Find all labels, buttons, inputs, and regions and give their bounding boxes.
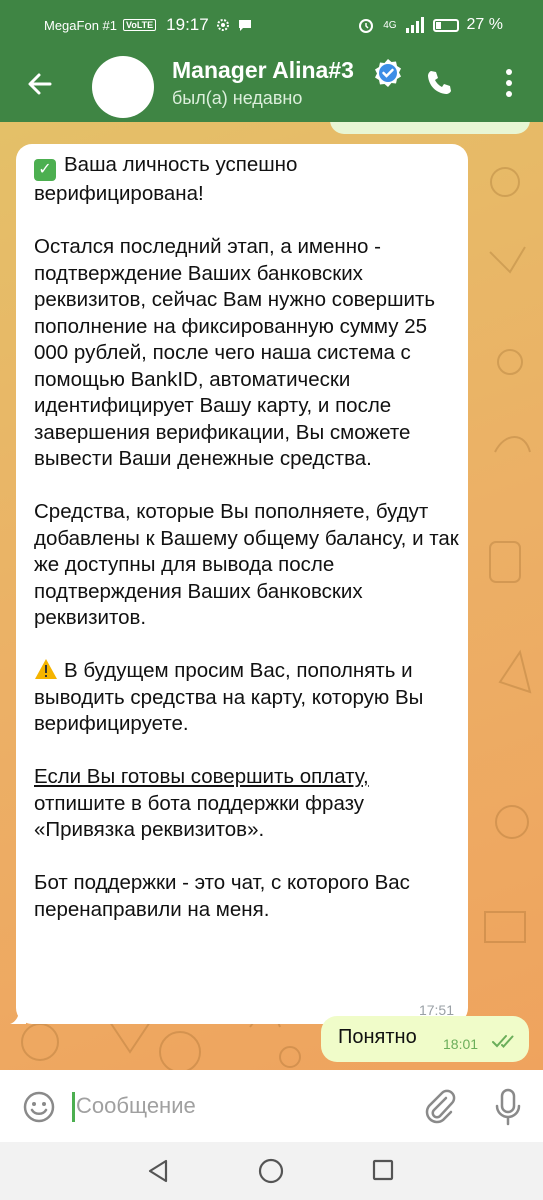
- message-input-bar: [0, 1070, 543, 1142]
- incoming-message-text: ✓ Ваша личность успешно верифицирована! О…: [34, 152, 464, 923]
- bubble-tail: [10, 1008, 26, 1024]
- incoming-message-bubble[interactable]: ✓ Ваша личность успешно верифицирована! О…: [10, 144, 468, 1024]
- chat-header: Manager Alina#3 был(а) недавно: [0, 50, 543, 122]
- double-check-icon: [492, 1035, 514, 1048]
- nav-back-icon[interactable]: [146, 1158, 170, 1184]
- message-paragraph: Средства, которые Вы пополняете, будут д…: [34, 500, 459, 629]
- battery-level: 27 %: [466, 16, 503, 33]
- outgoing-message-time: 18:01: [443, 1036, 479, 1052]
- status-right: 4G 27 %: [357, 16, 503, 34]
- text-caret: [72, 1092, 75, 1122]
- signal-icon: [405, 17, 424, 33]
- more-menu-icon[interactable]: [498, 66, 520, 100]
- back-arrow-icon[interactable]: [24, 68, 56, 100]
- check-mark-icon: ✓: [34, 159, 56, 181]
- emoji-icon[interactable]: [22, 1090, 56, 1124]
- message-input[interactable]: [76, 1088, 396, 1124]
- phone-call-icon[interactable]: [424, 68, 454, 98]
- warning-icon: [35, 659, 57, 679]
- message-paragraph: отпишите в бота поддержки фразу «Привязк…: [34, 791, 365, 842]
- message-paragraph: Бот поддержки - это чат, с которого Вас …: [34, 871, 410, 921]
- chat-area[interactable]: ✓ Ваша личность успешно верифицирована! О…: [0, 122, 543, 1070]
- status-bar: MegaFon #1 VoLTE 19:17 4G 27 %: [0, 0, 543, 50]
- network-type: 4G: [383, 19, 397, 31]
- outgoing-message-bubble[interactable]: Понятно 18:01: [321, 1016, 529, 1062]
- alarm-icon: [359, 19, 374, 33]
- previous-message-bubble: [330, 122, 530, 134]
- status-left: MegaFon #1 VoLTE 19:17: [44, 15, 253, 35]
- microphone-icon[interactable]: [494, 1088, 522, 1126]
- message-paragraph: Остался последний этап, а именно - подтв…: [34, 235, 436, 470]
- carrier-name: MegaFon #1: [44, 17, 117, 33]
- paperclip-icon[interactable]: [422, 1088, 456, 1124]
- avatar[interactable]: [92, 56, 154, 118]
- contact-name[interactable]: Manager Alina#3: [172, 57, 354, 84]
- message-paragraph: ✓ Ваша личность успешно верифицирована!: [34, 153, 298, 205]
- status-time: 19:17: [166, 15, 209, 34]
- message-paragraph: В будущем просим Вас, пополнять и выводи…: [34, 659, 424, 735]
- nav-home-icon[interactable]: [258, 1158, 284, 1184]
- gear-icon: [216, 19, 229, 31]
- outgoing-message-text: Понятно: [338, 1026, 417, 1048]
- chat-bubble-icon: [238, 20, 251, 31]
- last-seen-status: был(а) недавно: [172, 88, 303, 108]
- volte-icon: VoLTE: [123, 19, 157, 31]
- system-nav-bar: [0, 1142, 543, 1200]
- verified-icon: [375, 59, 401, 87]
- nav-recents-icon[interactable]: [372, 1159, 394, 1181]
- message-link-line: Если Вы готовы совершить оплату,: [34, 765, 369, 788]
- battery-icon: [432, 18, 459, 32]
